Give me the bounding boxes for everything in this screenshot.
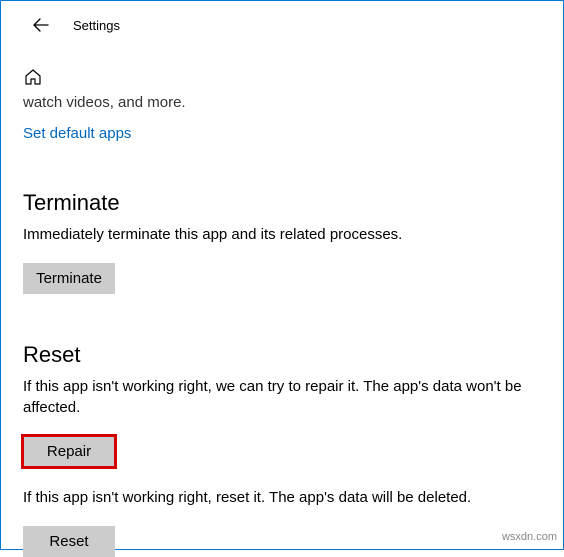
page-title: Settings: [73, 18, 120, 33]
truncated-description: watch videos, and more.: [23, 94, 541, 111]
terminate-description: Immediately terminate this app and its r…: [23, 224, 541, 245]
watermark-text: wsxdn.com: [502, 531, 557, 543]
reset-heading: Reset: [23, 342, 541, 368]
settings-content: watch videos, and more. Set default apps…: [1, 45, 563, 557]
repair-button[interactable]: Repair: [23, 436, 115, 467]
back-arrow-icon: [33, 17, 49, 33]
set-default-apps-link[interactable]: Set default apps: [23, 125, 131, 142]
reset-button[interactable]: Reset: [23, 526, 115, 557]
terminate-button[interactable]: Terminate: [23, 263, 115, 294]
window-header: Settings: [1, 1, 563, 45]
reset-description: If this app isn't working right, reset i…: [23, 487, 541, 508]
home-icon: [23, 67, 43, 87]
back-button[interactable]: [29, 13, 53, 37]
terminate-heading: Terminate: [23, 190, 541, 216]
repair-description: If this app isn't working right, we can …: [23, 376, 541, 418]
